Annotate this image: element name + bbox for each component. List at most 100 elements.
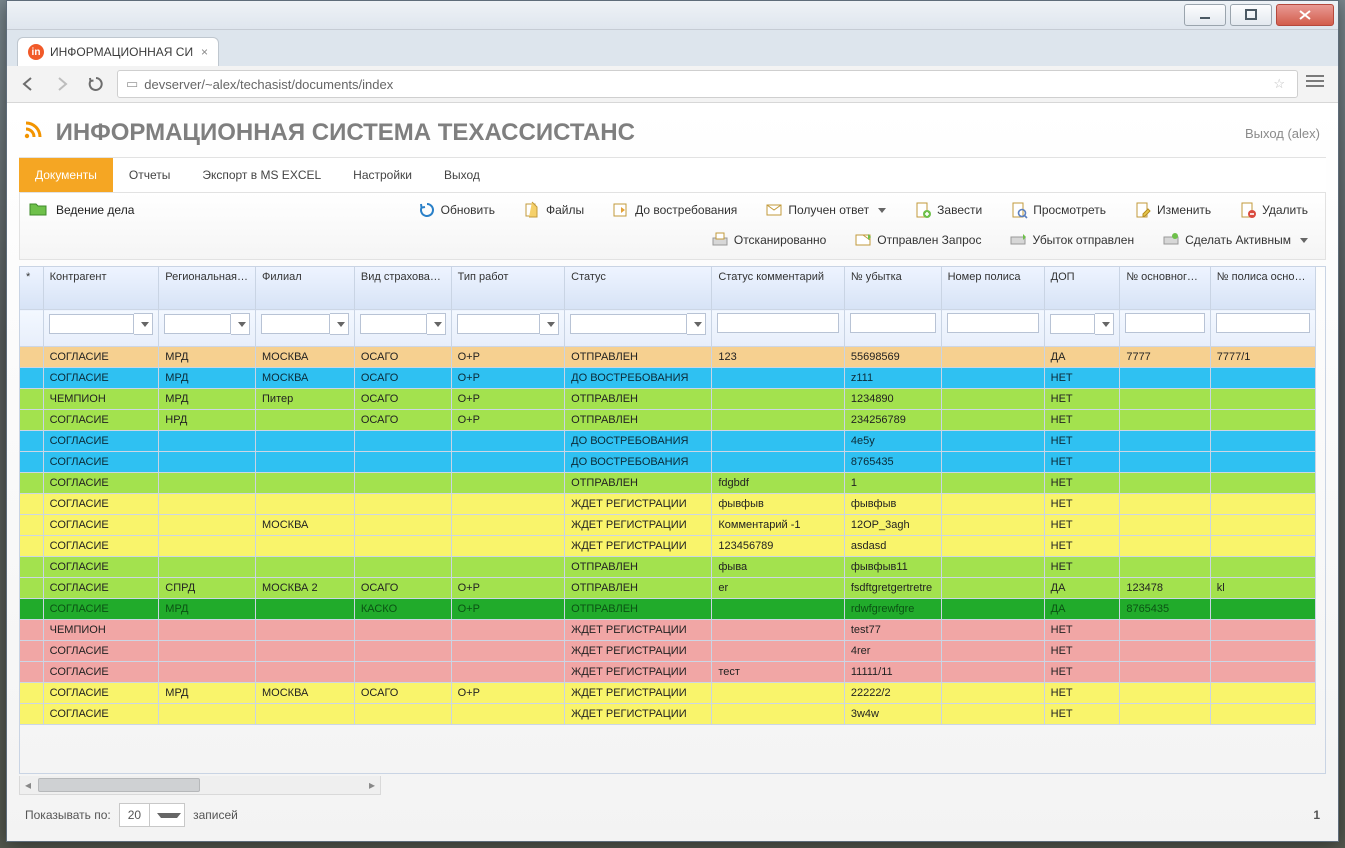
menu-item-1[interactable]: Отчеты — [113, 158, 186, 192]
filter-dropdown-regdir[interactable] — [231, 313, 250, 335]
toolbtn-create[interactable]: Завести — [905, 197, 991, 223]
table-row[interactable]: СОГЛАСИЕМОСКВАЖДЕТ РЕГИСТРАЦИИКомментари… — [20, 515, 1316, 536]
table-row[interactable]: СОГЛАСИЕОТПРАВЛЕНфывафывфыв11НЕТ — [20, 557, 1316, 578]
table-row[interactable]: СОГЛАСИЕОТПРАВЛЕНfdgbdf1НЕТ — [20, 473, 1316, 494]
filter-input-comment[interactable] — [717, 313, 838, 333]
toolbtn-scanned[interactable]: Отсканированно — [702, 227, 835, 253]
filter-input-tipr[interactable] — [457, 314, 541, 334]
filter-input-nub[interactable] — [850, 313, 936, 333]
toolbtn-answered[interactable]: Получен ответ — [756, 197, 895, 223]
table-row[interactable]: СОГЛАСИЕМРДМОСКВАОСАГОО+РЖДЕТ РЕГИСТРАЦИ… — [20, 683, 1316, 704]
data-grid[interactable]: *КонтрагентРегиональная дирекцияФилиалВи… — [19, 266, 1326, 774]
toolbtn-activate[interactable]: Сделать Активным — [1153, 227, 1317, 253]
cell-regdir — [159, 452, 256, 473]
table-row[interactable]: ЧЕМПИОНЖДЕТ РЕГИСТРАЦИИtest77НЕТ — [20, 620, 1316, 641]
filter-input-dop[interactable] — [1050, 314, 1096, 334]
nav-reload-button[interactable] — [83, 71, 109, 97]
col-header-regdir[interactable]: Региональная дирекция — [159, 267, 256, 310]
toolbtn-files[interactable]: Файлы — [514, 197, 593, 223]
table-row[interactable]: СОГЛАСИЕЖДЕТ РЕГИСТРАЦИИфывфывфывфывНЕТ — [20, 494, 1316, 515]
cell-sel — [20, 704, 43, 725]
toolbtn-delete[interactable]: Удалить — [1230, 197, 1317, 223]
cell-vid: КАСКО — [354, 599, 451, 620]
cell-kontragent: СОГЛАСИЕ — [43, 704, 159, 725]
col-header-vid[interactable]: Вид страхования — [354, 267, 451, 310]
filter-input-kontragent[interactable] — [49, 314, 135, 334]
toolbtn-edit[interactable]: Изменить — [1125, 197, 1220, 223]
filter-input-npolmain[interactable] — [1216, 313, 1310, 333]
cell-sel — [20, 683, 43, 704]
filter-dropdown-status[interactable] — [687, 313, 706, 335]
table-row[interactable]: СОГЛАСИЕМРДКАСКОО+РОТПРАВЛЕНrdwfgrewfgre… — [20, 599, 1316, 620]
col-header-filial[interactable]: Филиал — [256, 267, 355, 310]
filter-input-filial[interactable] — [261, 314, 330, 334]
tab-close-icon[interactable]: × — [201, 45, 208, 59]
nav-forward-button[interactable] — [49, 71, 75, 97]
table-row[interactable]: СОГЛАСИЕМРДМОСКВАОСАГОО+РДО ВОСТРЕБОВАНИ… — [20, 368, 1316, 389]
filter-dropdown-kontragent[interactable] — [134, 313, 153, 335]
table-row[interactable]: ЧЕМПИОНМРДПитерОСАГОО+РОТПРАВЛЕН1234890Н… — [20, 389, 1316, 410]
cell-kontragent: СОГЛАСИЕ — [43, 599, 159, 620]
window-close-button[interactable] — [1276, 4, 1334, 26]
browser-menu-button[interactable] — [1306, 74, 1330, 94]
browser-tab[interactable]: in ИНФОРМАЦИОННАЯ СИ × — [17, 37, 219, 66]
per-page-select[interactable]: 20 — [119, 803, 185, 827]
cell-dop: НЕТ — [1044, 620, 1120, 641]
col-header-sel[interactable]: * — [20, 267, 43, 310]
nav-back-button[interactable] — [15, 71, 41, 97]
table-row[interactable]: СОГЛАСИЕНРДОСАГОО+РОТПРАВЛЕН234256789НЕТ — [20, 410, 1316, 431]
filter-input-regdir[interactable] — [164, 314, 231, 334]
menu-item-4[interactable]: Выход — [428, 158, 496, 192]
window-maximize-button[interactable] — [1230, 4, 1272, 26]
rss-icon — [23, 119, 50, 146]
cell-vid — [354, 473, 451, 494]
filter-dropdown-vid[interactable] — [427, 313, 446, 335]
toolbtn-demand[interactable]: До востребования — [603, 197, 746, 223]
col-header-nub[interactable]: № убытка — [844, 267, 941, 310]
window-minimize-button[interactable] — [1184, 4, 1226, 26]
col-header-dop[interactable]: ДОП — [1044, 267, 1120, 310]
filter-input-status[interactable] — [570, 314, 687, 334]
col-header-comment[interactable]: Статус комментарий — [712, 267, 844, 310]
table-row[interactable]: СОГЛАСИЕДО ВОСТРЕБОВАНИЯ4e5yНЕТ — [20, 431, 1316, 452]
col-header-tipr[interactable]: Тип работ — [451, 267, 565, 310]
cell-npolmain — [1210, 410, 1315, 431]
filter-dropdown-filial[interactable] — [330, 313, 349, 335]
page-title: ИНФОРМАЦИОННАЯ СИСТЕМА ТЕХАССИСТАНС — [23, 119, 635, 147]
cell-dop: НЕТ — [1044, 536, 1120, 557]
table-row[interactable]: СОГЛАСИЕЖДЕТ РЕГИСТРАЦИИтест11111/11НЕТ — [20, 662, 1316, 683]
logout-link[interactable]: Выход (alex) — [1245, 126, 1320, 141]
table-row[interactable]: СОГЛАСИЕМРДМОСКВАОСАГОО+РОТПРАВЛЕН123556… — [20, 347, 1316, 368]
cell-vid — [354, 452, 451, 473]
filter-input-polis[interactable] — [947, 313, 1039, 333]
address-bar[interactable]: ▭ devserver/~alex/techasist/documents/in… — [117, 70, 1298, 98]
toolbtn-losssent[interactable]: Убыток отправлен — [1000, 227, 1143, 253]
cell-regdir: НРД — [159, 410, 256, 431]
toolbtn-refresh[interactable]: Обновить — [409, 197, 504, 223]
col-header-nmain[interactable]: № основного убытка — [1120, 267, 1210, 310]
filter-input-vid[interactable] — [360, 314, 427, 334]
table-row[interactable]: СОГЛАСИЕЖДЕТ РЕГИСТРАЦИИ123456789asdasdН… — [20, 536, 1316, 557]
col-header-npolmain[interactable]: № полиса основного убытка — [1210, 267, 1315, 310]
demand-icon — [612, 201, 630, 219]
col-header-polis[interactable]: Номер полиса — [941, 267, 1044, 310]
cell-nub: 3w4w — [844, 704, 941, 725]
col-header-status[interactable]: Статус — [565, 267, 712, 310]
table-row[interactable]: СОГЛАСИЕСПРДМОСКВА 2ОСАГОО+РОТПРАВЛЕНerf… — [20, 578, 1316, 599]
toolbtn-view[interactable]: Просмотреть — [1001, 197, 1115, 223]
table-row[interactable]: СОГЛАСИЕДО ВОСТРЕБОВАНИЯ8765435НЕТ — [20, 452, 1316, 473]
filter-dropdown-dop[interactable] — [1095, 313, 1114, 335]
cell-regdir — [159, 641, 256, 662]
toolbtn-reqsent[interactable]: Отправлен Запрос — [845, 227, 990, 253]
bookmark-star-icon[interactable]: ☆ — [1273, 76, 1285, 92]
table-row[interactable]: СОГЛАСИЕЖДЕТ РЕГИСТРАЦИИ3w4wНЕТ — [20, 704, 1316, 725]
horizontal-scrollbar[interactable]: ◂ ▸ — [19, 776, 381, 795]
cell-dop: НЕТ — [1044, 452, 1120, 473]
filter-input-nmain[interactable] — [1125, 313, 1204, 333]
filter-dropdown-tipr[interactable] — [540, 313, 559, 335]
table-row[interactable]: СОГЛАСИЕЖДЕТ РЕГИСТРАЦИИ4rerНЕТ — [20, 641, 1316, 662]
menu-item-2[interactable]: Экспорт в MS EXCEL — [186, 158, 337, 192]
col-header-kontragent[interactable]: Контрагент — [43, 267, 159, 310]
menu-item-3[interactable]: Настройки — [337, 158, 428, 192]
menu-item-0[interactable]: Документы — [19, 158, 113, 192]
